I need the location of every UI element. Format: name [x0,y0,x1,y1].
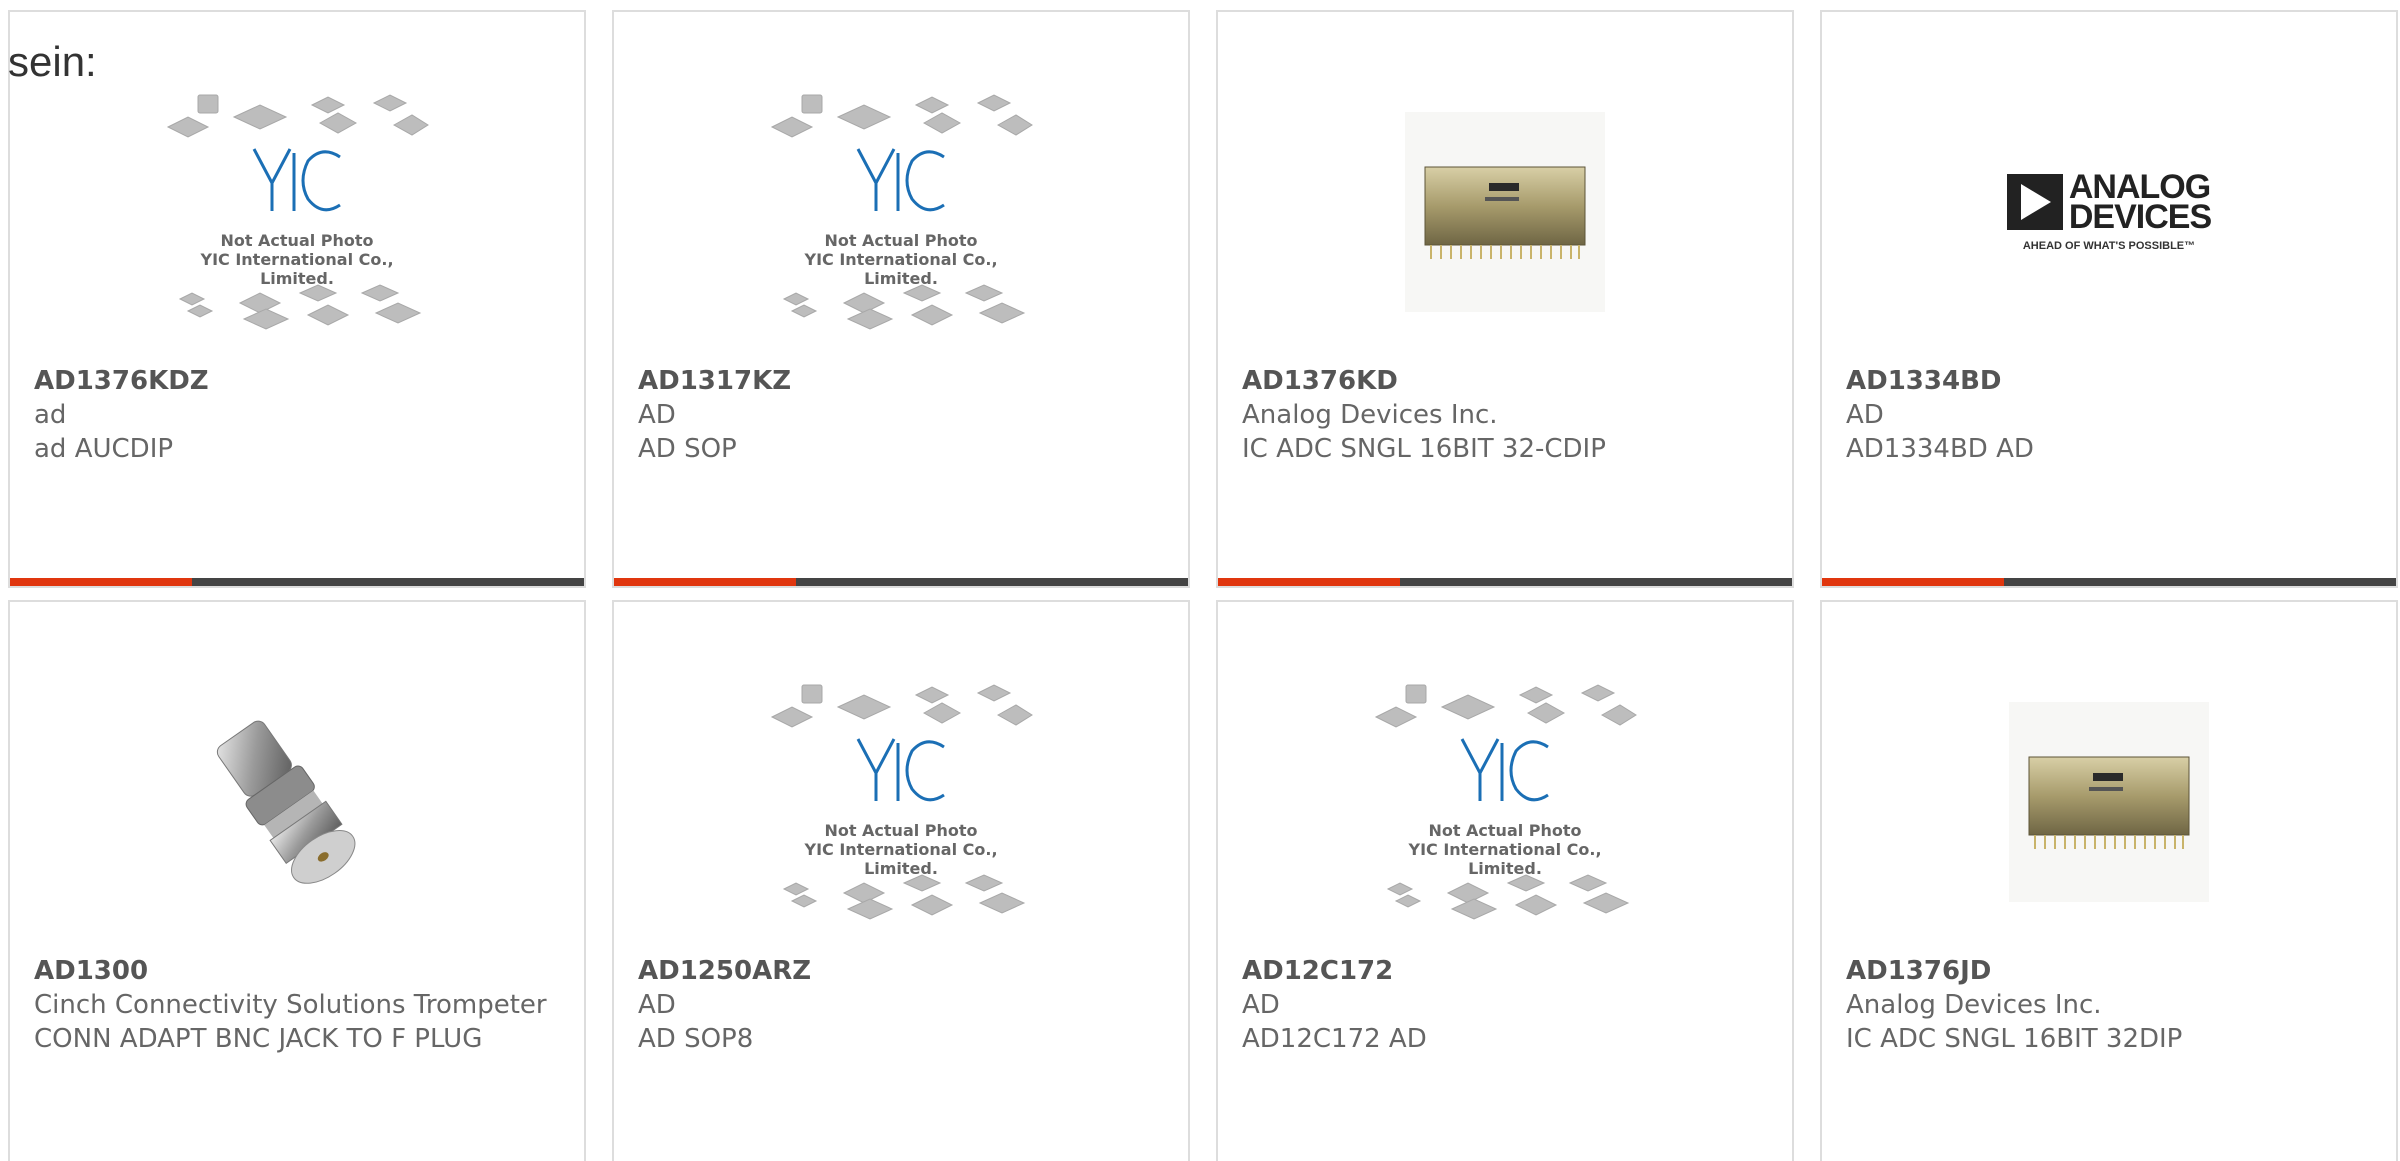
analog-devices-triangle-icon [2006,174,2063,230]
placeholder-line-1: Not Actual Photo [1428,821,1582,840]
placeholder-caption: Not Actual Photo YIC International Co., … [162,231,432,288]
description: AD SOP [638,434,737,464]
product-image[interactable]: Not Actual Photo YIC International Co., … [614,72,1188,352]
product-card[interactable]: AD1376KD Analog Devices Inc. IC ADC SNGL… [1216,10,1794,588]
card-accent [1218,578,1400,586]
product-info: AD1300 Cinch Connectivity Solutions Trom… [34,954,560,1056]
card-accent [1822,578,2004,586]
cdip-chip-photo [1405,112,1605,312]
product-image[interactable] [10,662,584,942]
product-image[interactable]: Not Actual Photo YIC International Co., … [614,662,1188,942]
placeholder-line-2: YIC International Co., Limited. [804,840,998,878]
description: IC ADC SNGL 16BIT 32DIP [1846,1024,2183,1054]
product-info: AD12C172 AD AD12C172 AD [1242,954,1768,1056]
placeholder-line-2: YIC International Co., Limited. [1408,840,1602,878]
part-number-link[interactable]: AD1376KD [1242,364,1768,398]
chip-collage-icon [1374,684,1637,920]
card-bottom-bar [614,578,1188,586]
yic-placeholder-image: Not Actual Photo YIC International Co., … [766,677,1036,927]
logo-line-2: DEVICES [2068,198,2212,236]
product-image[interactable]: Not Actual Photo YIC International Co., … [1218,662,1792,942]
part-number-link[interactable]: AD1376JD [1846,954,2372,988]
placeholder-caption: Not Actual Photo YIC International Co., … [766,821,1036,878]
part-number-link[interactable]: AD1376KDZ [34,364,560,398]
description: IC ADC SNGL 16BIT 32-CDIP [1242,434,1606,464]
product-card[interactable]: Not Actual Photo YIC International Co., … [1216,600,1794,1161]
product-card[interactable]: ANALOG DEVICES AHEAD OF WHAT'S POSSIBLE™… [1820,10,2398,588]
card-bottom-bar [10,578,584,586]
product-card[interactable]: Not Actual Photo YIC International Co., … [612,600,1190,1161]
yic-placeholder-image: Not Actual Photo YIC International Co., … [162,87,432,337]
product-info: AD1250ARZ AD AD SOP8 [638,954,1164,1056]
connector-icon [216,720,356,884]
product-card[interactable]: Not Actual Photo YIC International Co., … [8,10,586,588]
placeholder-line-1: Not Actual Photo [220,231,374,250]
description: ad AUCDIP [34,434,174,464]
manufacturer: Analog Devices Inc. [1846,990,2102,1020]
manufacturer: AD [638,990,676,1020]
chip-collage-icon [770,94,1033,330]
product-info: AD1334BD AD AD1334BD AD [1846,364,2372,466]
product-info: AD1376KD Analog Devices Inc. IC ADC SNGL… [1242,364,1768,466]
product-image[interactable]: Not Actual Photo YIC International Co., … [10,72,584,352]
product-info: AD1376JD Analog Devices Inc. IC ADC SNGL… [1846,954,2372,1056]
manufacturer: AD [638,400,676,430]
manufacturer: AD [1846,400,1884,430]
logo-tagline: AHEAD OF WHAT'S POSSIBLE™ [2022,240,2196,252]
product-card[interactable]: AD1300 Cinch Connectivity Solutions Trom… [8,600,586,1161]
chip-icon [1424,166,1586,259]
yic-placeholder-image: Not Actual Photo YIC International Co., … [1370,677,1640,927]
card-accent [10,578,192,586]
placeholder-line-2: YIC International Co., Limited. [200,250,394,288]
description: AD1334BD AD [1846,434,2034,464]
manufacturer: Cinch Connectivity Solutions Trompeter [34,990,547,1020]
product-info: AD1317KZ AD AD SOP [638,364,1164,466]
part-number-link[interactable]: AD1334BD [1846,364,2372,398]
placeholder-caption: Not Actual Photo YIC International Co., … [1370,821,1640,878]
description: AD SOP8 [638,1024,754,1054]
analog-devices-logo: ANALOG DEVICES AHEAD OF WHAT'S POSSIBLE™ [1994,170,2224,252]
placeholder-line-1: Not Actual Photo [824,821,978,840]
manufacturer: Analog Devices Inc. [1242,400,1498,430]
card-bottom-bar [1822,578,2396,586]
placeholder-line-2: YIC International Co., Limited. [804,250,998,288]
section-label: sein: [8,38,97,85]
description: AD12C172 AD [1242,1024,1427,1054]
product-card[interactable]: Not Actual Photo YIC International Co., … [612,10,1190,588]
card-accent [614,578,796,586]
part-number-link[interactable]: AD12C172 [1242,954,1768,988]
product-image[interactable]: ANALOG DEVICES AHEAD OF WHAT'S POSSIBLE™ [1822,72,2396,352]
part-number-link[interactable]: AD1317KZ [638,364,1164,398]
bnc-adapter-photo [197,702,397,902]
part-number-link[interactable]: AD1300 [34,954,560,988]
product-info: AD1376KDZ ad ad AUCDIP [34,364,560,466]
placeholder-line-1: Not Actual Photo [824,231,978,250]
card-bottom-bar [1218,578,1792,586]
chip-collage-icon [770,684,1033,920]
description: CONN ADAPT BNC JACK TO F PLUG [34,1024,483,1054]
cdip-chip-photo [2009,702,2209,902]
product-image[interactable] [1822,662,2396,942]
product-image[interactable] [1218,72,1792,352]
manufacturer: ad [34,400,67,430]
product-card[interactable]: AD1376JD Analog Devices Inc. IC ADC SNGL… [1820,600,2398,1161]
yic-placeholder-image: Not Actual Photo YIC International Co., … [766,87,1036,337]
product-grid-page: sein: Not Actual Photo YIC International… [0,0,2400,1161]
placeholder-caption: Not Actual Photo YIC International Co., … [766,231,1036,288]
manufacturer: AD [1242,990,1280,1020]
chip-icon [2028,756,2190,849]
chip-collage-icon [166,94,429,330]
part-number-link[interactable]: AD1250ARZ [638,954,1164,988]
